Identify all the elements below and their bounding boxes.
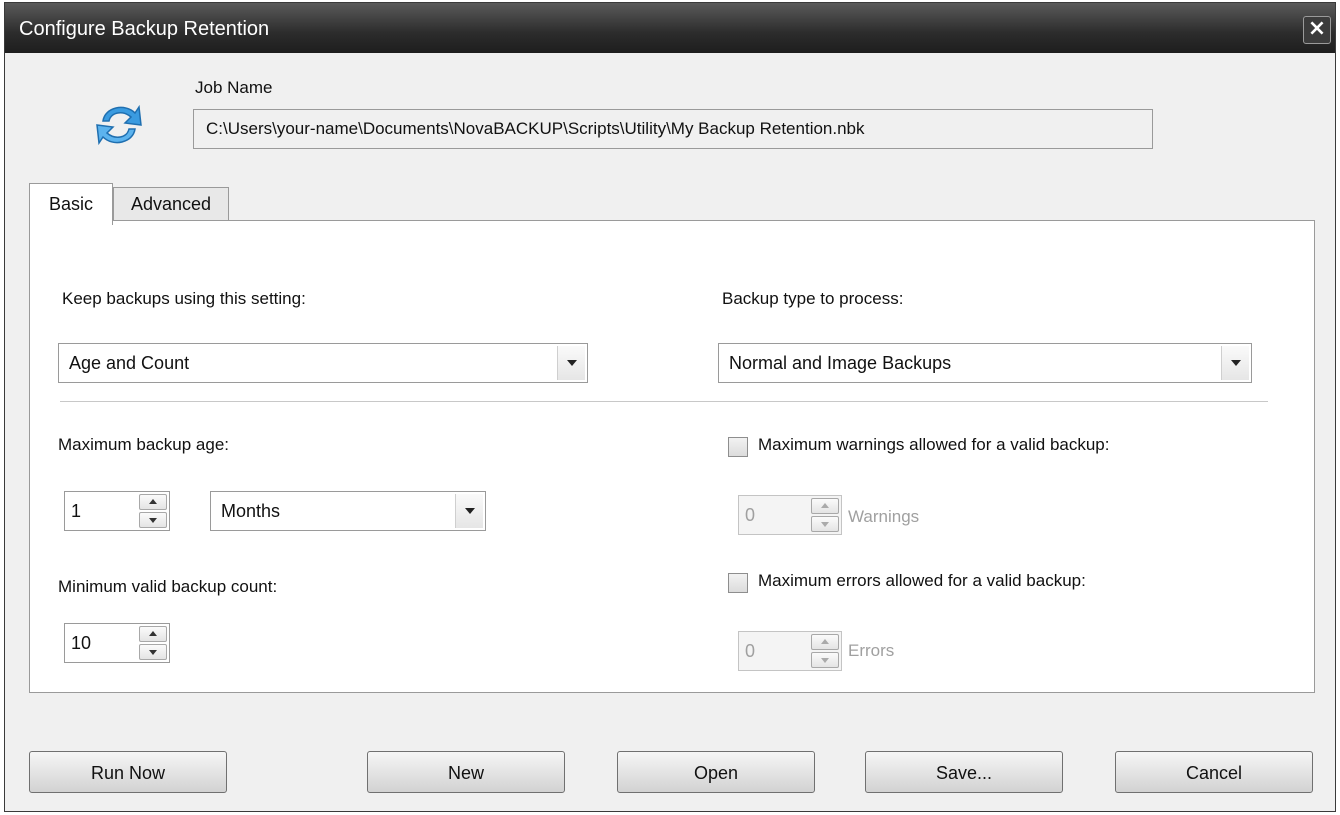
keep-setting-label: Keep backups using this setting: [62,289,306,308]
open-button[interactable]: Open [617,751,815,793]
save-button[interactable]: Save... [865,751,1063,793]
tab-basic[interactable]: Basic [29,183,113,225]
max-errors-value: 0 [745,641,756,661]
min-count-value: 10 [71,633,92,653]
min-count-stepper[interactable]: 10 [64,623,170,663]
max-warnings-label: Maximum warnings allowed for a valid bac… [758,435,1110,454]
job-name-label: Job Name [195,78,273,97]
spin-up-icon[interactable] [811,634,839,650]
spin-up-icon[interactable] [139,626,167,642]
backup-type-label: Backup type to process: [722,289,904,308]
title-bar[interactable]: Configure Backup Retention × [5,3,1335,53]
max-errors-checkbox[interactable] [728,573,748,593]
refresh-arrows-icon [96,104,142,146]
backup-type-value: Normal and Image Backups [729,353,952,373]
chevron-down-icon[interactable] [1221,346,1249,380]
max-warnings-stepper[interactable]: 0 [738,495,842,535]
max-age-stepper[interactable]: 1 [64,491,170,531]
max-errors-label: Maximum errors allowed for a valid backu… [758,571,1086,590]
spin-down-icon[interactable] [811,652,839,668]
window-title: Configure Backup Retention [19,18,270,40]
spin-down-icon[interactable] [139,644,167,660]
job-name-field[interactable]: C:\Users\your-name\Documents\NovaBACKUP\… [193,109,1153,149]
chevron-down-icon[interactable] [557,346,585,380]
run-now-button[interactable]: Run Now [29,751,227,793]
spin-up-icon[interactable] [139,494,167,510]
spin-buttons [139,494,167,528]
spin-buttons [139,626,167,660]
keep-setting-value: Age and Count [69,353,190,373]
chevron-down-icon[interactable] [455,494,483,528]
basic-tab-panel: Keep backups using this setting: Age and… [29,220,1315,693]
close-button[interactable]: × [1303,16,1331,44]
cancel-button[interactable]: Cancel [1115,751,1313,793]
max-errors-stepper[interactable]: 0 [738,631,842,671]
max-age-unit-dropdown[interactable]: Months [210,491,486,531]
new-button[interactable]: New [367,751,565,793]
backup-type-dropdown[interactable]: Normal and Image Backups [718,343,1252,383]
spin-buttons [811,498,839,532]
max-age-label: Maximum backup age: [58,435,230,454]
spin-down-icon[interactable] [139,512,167,528]
errors-unit-label: Errors [848,641,895,660]
configure-backup-retention-dialog: Configure Backup Retention × Job Name C:… [4,2,1336,812]
max-warnings-checkbox[interactable] [728,437,748,457]
section-divider [60,401,1268,402]
keep-setting-dropdown[interactable]: Age and Count [58,343,588,383]
spin-up-icon[interactable] [811,498,839,514]
min-count-label: Minimum valid backup count: [58,577,278,596]
max-age-value: 1 [71,501,82,521]
spin-buttons [811,634,839,668]
spin-down-icon[interactable] [811,516,839,532]
tab-advanced[interactable]: Advanced [113,187,229,221]
warnings-unit-label: Warnings [848,507,920,526]
max-age-unit-value: Months [221,501,281,521]
max-warnings-value: 0 [745,505,756,525]
close-icon: × [1307,16,1327,41]
